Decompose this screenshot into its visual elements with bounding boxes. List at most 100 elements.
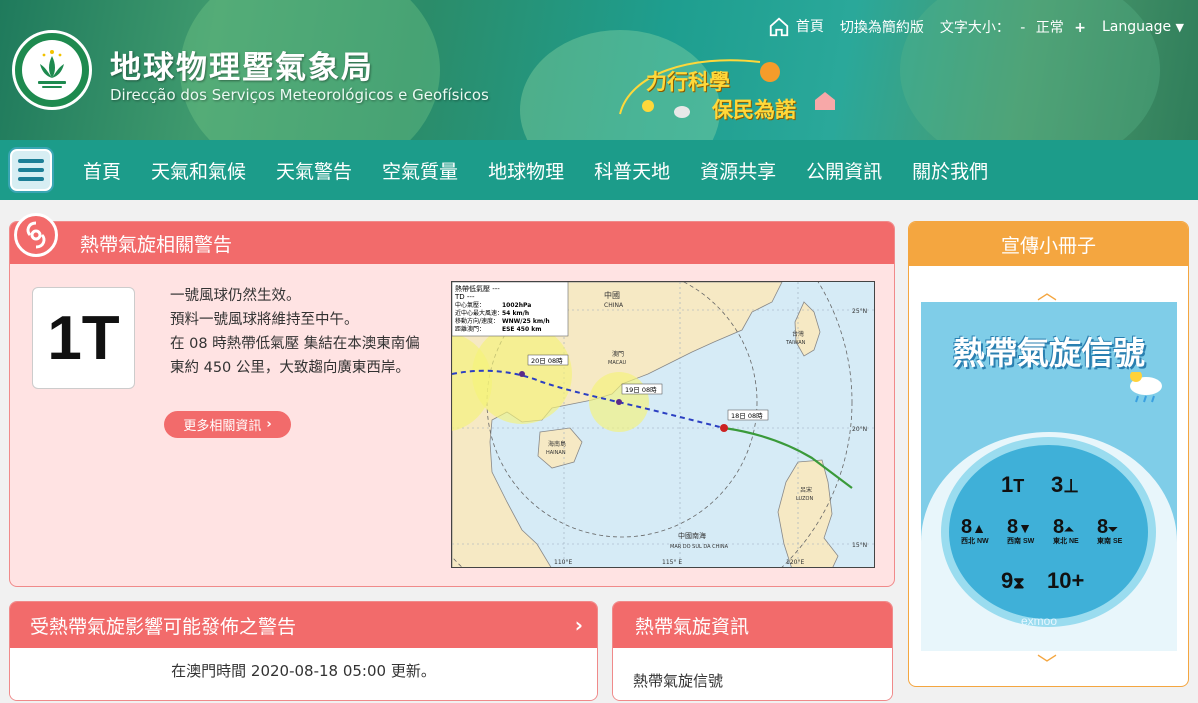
map-lat-label: 25°N xyxy=(852,308,867,315)
possible-warnings-header: 受熱帶氣旋影響可能發佈之警告 › xyxy=(10,602,597,648)
chevron-right-icon: › xyxy=(266,417,272,432)
map-info-row-label: 距離澳門： xyxy=(455,325,485,333)
signal-label: 1T xyxy=(47,303,120,373)
map-lat-label: 20°N xyxy=(852,426,867,433)
signal-number: 3 xyxy=(1051,472,1064,497)
nav-item-air-quality[interactable]: 空氣質量 xyxy=(367,157,473,184)
slogan-line-1: 力行科學 xyxy=(646,70,730,94)
slogan-banner: 力行科學 保民為諾 xyxy=(610,54,850,130)
map-label: HAINAN xyxy=(546,450,566,456)
possible-warnings-title: 受熱帶氣旋影響可能發佈之警告 xyxy=(30,615,297,638)
hainan-shape xyxy=(537,427,583,469)
signal-3: 3⊥ xyxy=(1051,472,1079,498)
map-info-row-label: 中心氣壓： xyxy=(455,301,485,309)
map-lon-label: 110°E xyxy=(554,559,572,566)
map-info-row-value: 1002hPa xyxy=(502,302,531,309)
cyclone-info-body: 熱帶氣旋信號 xyxy=(613,648,892,700)
map-info-row-label: 近中心最大風速： xyxy=(455,309,503,317)
map-lon-label: 115° E xyxy=(662,559,682,566)
map-info-row-value: WNW/25 km/h xyxy=(502,318,550,325)
signal-number: 9 xyxy=(1001,568,1014,593)
poster-title: 熱帶氣旋信號 xyxy=(952,334,1145,372)
nav-item-home[interactable]: 首頁 xyxy=(68,157,136,184)
map-label: 台灣 xyxy=(792,330,804,338)
map-time-label: 19日 08時 xyxy=(625,386,657,394)
nav-item-geophysics[interactable]: 地球物理 xyxy=(473,157,579,184)
brochure-title: 宣傳小冊子 xyxy=(909,222,1188,266)
possible-warnings-card[interactable]: 受熱帶氣旋影響可能發佈之警告 › 在澳門時間 2020-08-18 05:00 … xyxy=(9,601,598,701)
map-label: 中國南海 xyxy=(678,531,706,540)
font-increase-button[interactable]: + xyxy=(1074,20,1086,36)
map-label: TAIWAN xyxy=(785,340,806,346)
slogan-line-2: 保民為諾 xyxy=(712,98,796,122)
map-label: 澳門 xyxy=(612,350,624,358)
signal-10: 10+ xyxy=(1047,568,1084,594)
double-triangle-down-icon: ⏷ xyxy=(1108,522,1118,536)
cyclone-signal-link[interactable]: 熱帶氣旋信號 xyxy=(633,672,723,690)
map-info-row-value: 54 km/h xyxy=(502,310,529,317)
map-time-label: 18日 08時 xyxy=(731,412,763,420)
chevron-right-icon[interactable]: › xyxy=(575,613,583,637)
nav-item-public-info[interactable]: 公開資訊 xyxy=(791,157,897,184)
font-size-label: 文字大小： xyxy=(939,20,1010,36)
more-info-label: 更多相關資訊 xyxy=(183,419,262,434)
home-link[interactable]: 首頁 xyxy=(768,16,824,38)
map-info-sub: TD --- xyxy=(454,293,475,301)
warning-line-2: 預料一號風球將維持至中午。 xyxy=(170,312,359,328)
site-header: 地球物理暨氣象局 Direcção dos Serviços Meteoroló… xyxy=(0,0,1198,140)
map-info-row-value: ESE 450 km xyxy=(502,326,541,333)
nav-item-about[interactable]: 關於我們 xyxy=(897,157,1003,184)
luzon-shape xyxy=(777,459,839,567)
triangle-up-icon: ▲ xyxy=(972,520,986,536)
map-label: CHINA xyxy=(604,302,624,309)
more-info-button[interactable]: 更多相關資訊 › xyxy=(164,411,291,438)
nav-item-resources[interactable]: 資源共享 xyxy=(685,157,791,184)
signal-8-se: 8⏷ 東南 SE xyxy=(1097,516,1122,546)
hamburger-menu-button[interactable] xyxy=(10,149,52,191)
org-name-chinese: 地球物理暨氣象局 xyxy=(110,50,374,86)
map-info-row-label: 移動方向/速度： xyxy=(455,317,499,325)
top-links: 首頁 切換為簡約版 文字大小： - 正常 + Language ▼ xyxy=(768,16,1184,38)
nav-item-weather-climate[interactable]: 天氣和氣候 xyxy=(136,157,261,184)
home-icon xyxy=(769,17,788,37)
cyclone-track-map[interactable]: 熱帶低氣壓 --- TD --- 中心氣壓： 1002hPa 近中心最大風速： … xyxy=(451,281,875,568)
signal-direction: 西北 NW xyxy=(961,538,989,545)
map-label: MACAU xyxy=(608,360,627,366)
triangle-down-icon: ▼ xyxy=(1018,520,1032,536)
nav-menu: 首頁 天氣和氣候 天氣警告 空氣質量 地球物理 科普天地 資源共享 公開資訊 關… xyxy=(68,157,1003,184)
warning-text: 一號風球仍然生效。 預料一號風球將維持至中午。 在 08 時熱帶低氣壓 集結在本… xyxy=(170,284,430,380)
signal-9: 9⧗ xyxy=(1001,568,1024,594)
cyclone-icon xyxy=(14,213,58,257)
chevron-up-icon[interactable]: ︿ xyxy=(1037,276,1057,305)
signal-8-ne: 8⏶ 東北 NE xyxy=(1053,516,1079,546)
nav-item-weather-warnings[interactable]: 天氣警告 xyxy=(261,157,367,184)
signal-number: 1 xyxy=(1001,472,1014,497)
map-label: LUZON xyxy=(796,496,813,502)
signal-number: 10 xyxy=(1047,568,1072,593)
rain-cloud-icon xyxy=(1130,372,1162,403)
map-label: 海南島 xyxy=(548,440,566,448)
org-name-portuguese: Direcção dos Serviços Meteorológicos e G… xyxy=(110,86,489,104)
macau-emblem-logo[interactable] xyxy=(12,30,92,110)
simplified-version-link[interactable]: 切換為簡約版 xyxy=(840,17,924,37)
watermark: exmoo xyxy=(1021,614,1058,628)
font-decrease-button[interactable]: - xyxy=(1020,20,1025,36)
warning-line-1: 一號風球仍然生效。 xyxy=(170,288,301,304)
warning-line-3: 在 08 時熱帶低氣壓 集結在本澳東南偏東約 450 公里，大致趨向廣東西岸。 xyxy=(170,336,420,376)
signal-direction: 東南 SE xyxy=(1097,538,1123,545)
nav-item-science[interactable]: 科普天地 xyxy=(579,157,685,184)
font-normal-button[interactable]: 正常 xyxy=(1036,20,1064,36)
menu-bar xyxy=(18,168,44,172)
signal-direction: 東北 NE xyxy=(1053,538,1079,545)
typhoon-signal-badge[interactable]: 1T xyxy=(32,287,135,389)
map-label: 呂宋 xyxy=(800,486,812,494)
cyclone-info-card: 熱帶氣旋資訊 熱帶氣旋信號 xyxy=(612,601,893,701)
language-dropdown[interactable]: Language ▼ xyxy=(1102,19,1184,35)
signal-number: 8 xyxy=(1097,516,1109,538)
signal-number: 8 xyxy=(1007,516,1019,538)
home-link-label: 首頁 xyxy=(795,19,824,35)
chevron-down-icon[interactable]: ﹀ xyxy=(1037,648,1057,677)
brochure-poster[interactable]: 熱帶氣旋信號 1T 3⊥ 8▲ 西北 NW 8▼ 西南 SW 8⏶ 東北 NE 8⏷ 東… xyxy=(921,302,1177,651)
cyclone-info-title: 熱帶氣旋資訊 xyxy=(613,602,892,648)
signal-8-nw: 8▲ 西北 NW xyxy=(961,516,989,546)
